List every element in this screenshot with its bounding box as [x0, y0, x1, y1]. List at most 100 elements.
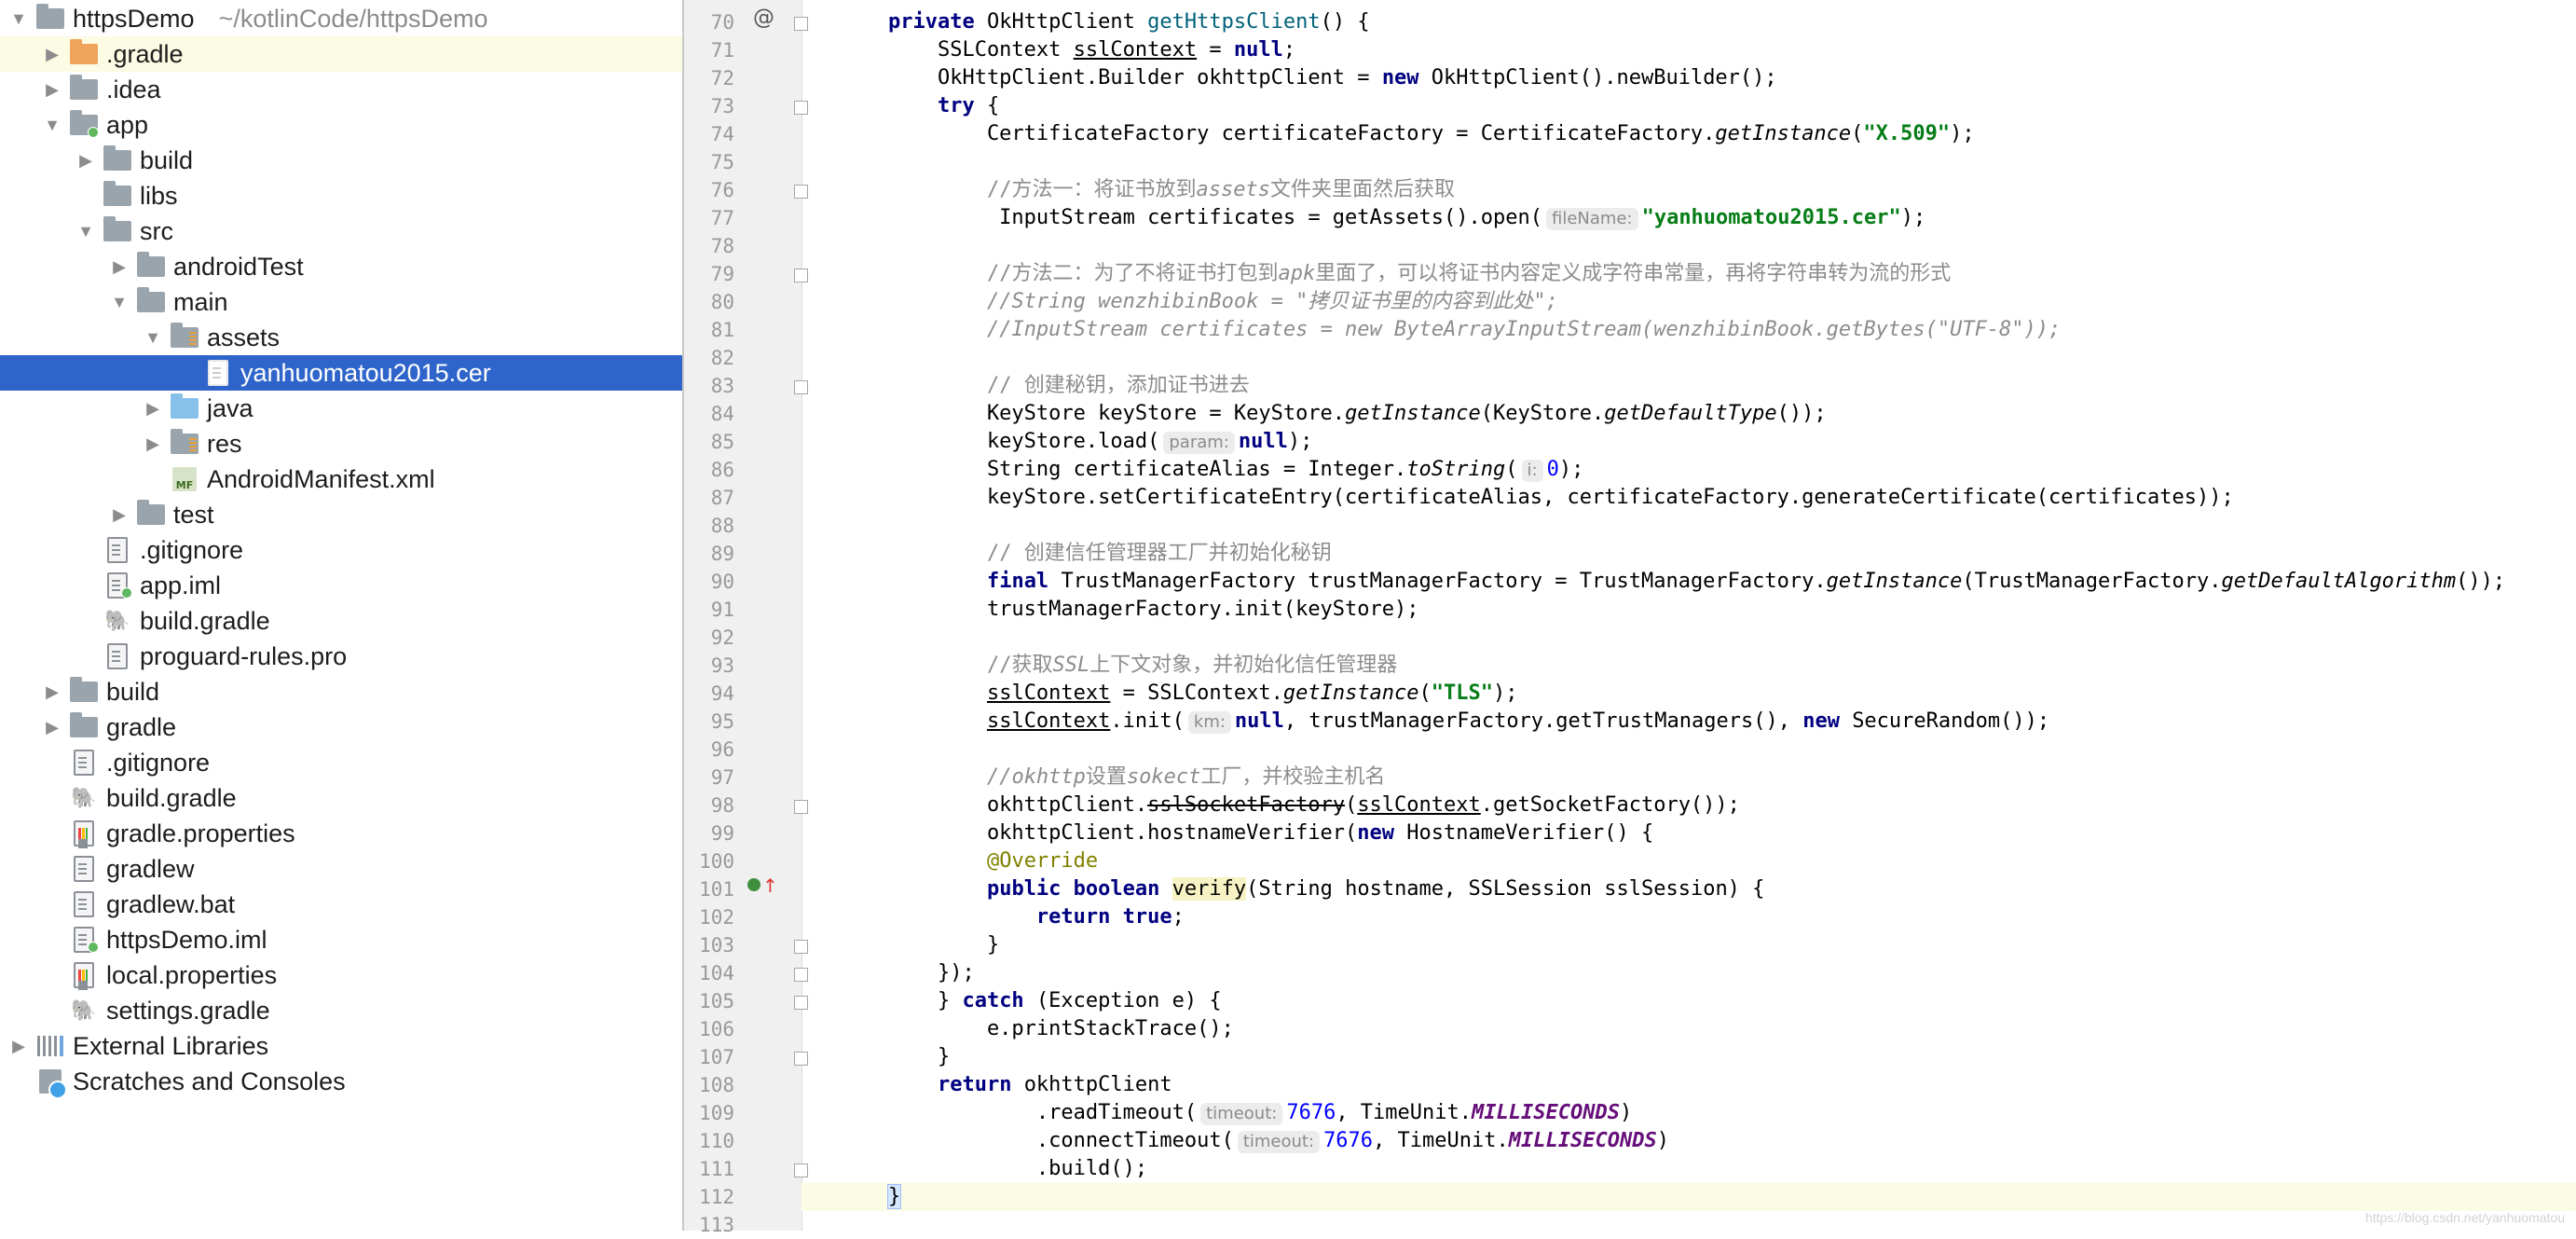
expanded-arrow-icon[interactable]: ▼: [108, 284, 130, 320]
tree-item[interactable]: .gitignore: [0, 745, 682, 780]
expanded-arrow-icon[interactable]: ▼: [75, 213, 97, 249]
collapsed-arrow-icon[interactable]: ▶: [75, 143, 97, 178]
code-line[interactable]: [802, 344, 2576, 372]
collapsed-arrow-icon[interactable]: ▶: [41, 674, 63, 709]
tree-item[interactable]: yanhuomatou2015.cer: [0, 355, 682, 391]
code-line[interactable]: }: [802, 1043, 2576, 1071]
tree-item[interactable]: httpsDemo.iml: [0, 922, 682, 957]
code-line[interactable]: //方法二：为了不将证书打包到apk里面了，可以将证书内容定义成字符串常量，再将…: [802, 260, 2576, 288]
code-token: getDefaultType: [1604, 402, 1777, 425]
collapsed-arrow-icon[interactable]: ▶: [7, 1028, 30, 1064]
tree-item[interactable]: ▼ assets: [0, 320, 682, 355]
tree-item[interactable]: Scratches and Consoles: [0, 1064, 682, 1099]
code-line[interactable]: [802, 512, 2576, 540]
code-line[interactable]: [802, 232, 2576, 260]
tree-item[interactable]: ▶ External Libraries: [0, 1028, 682, 1064]
code-line[interactable]: //获取SSL上下文对象，并初始化信任管理器: [802, 652, 2576, 680]
code-token: String certificateAlias = Integer.: [839, 458, 1407, 481]
code-line[interactable]: [802, 736, 2576, 764]
override-method-icon[interactable]: [747, 878, 760, 891]
code-line[interactable]: String certificateAlias = Integer.toStri…: [802, 456, 2576, 484]
tree-item[interactable]: ▼ app: [0, 107, 682, 143]
code-line[interactable]: [802, 148, 2576, 176]
code-line[interactable]: KeyStore keyStore = KeyStore.getInstance…: [802, 400, 2576, 428]
code-line[interactable]: sslContext.init(km: null, trustManagerFac…: [802, 708, 2576, 736]
code-editor[interactable]: @ ↑ 70 71 72 73 74 75 76 77 78 79 80 81 82 83 84 85 86 87…: [684, 0, 2576, 1236]
code-line[interactable]: return true;: [802, 903, 2576, 931]
code-line[interactable]: private OkHttpClient getHttpsClient() {: [802, 8, 2576, 36]
code-line[interactable]: @Override: [802, 847, 2576, 875]
code-line[interactable]: }: [802, 1183, 2576, 1211]
tree-item[interactable]: ▼ httpsDemo ~/kotlinCode/httpsDemo: [0, 1, 682, 36]
tree-item[interactable]: local.properties: [0, 957, 682, 993]
code-line[interactable]: .build();: [802, 1155, 2576, 1183]
collapsed-arrow-icon[interactable]: ▶: [41, 36, 63, 72]
tree-item[interactable]: MF AndroidManifest.xml: [0, 461, 682, 497]
code-line[interactable]: // 创建信任管理器工厂并初始化秘钥: [802, 540, 2576, 568]
code-line[interactable]: okhttpClient.sslSocketFactory(sslContext…: [802, 792, 2576, 819]
collapsed-arrow-icon[interactable]: ▶: [108, 249, 130, 284]
expanded-arrow-icon[interactable]: ▼: [142, 320, 164, 355]
collapsed-arrow-icon[interactable]: ▶: [41, 709, 63, 745]
code-line[interactable]: [802, 1211, 2576, 1239]
tree-item[interactable]: ▶ androidTest: [0, 249, 682, 284]
code-line[interactable]: // 创建秘钥，添加证书进去: [802, 372, 2576, 400]
collapsed-arrow-icon[interactable]: ▶: [108, 497, 130, 532]
code-line[interactable]: keyStore.load(param: null);: [802, 428, 2576, 456]
code-line[interactable]: .readTimeout(timeout: 7676, TimeUnit.MILL…: [802, 1099, 2576, 1127]
code-line[interactable]: trustManagerFactory.init(keyStore);: [802, 596, 2576, 624]
code-line[interactable]: final TrustManagerFactory trustManagerFa…: [802, 568, 2576, 596]
tree-item[interactable]: ▼ src: [0, 213, 682, 249]
code-line[interactable]: }: [802, 931, 2576, 959]
tree-item[interactable]: ▶ java: [0, 391, 682, 426]
tree-item[interactable]: libs: [0, 178, 682, 213]
tree-item[interactable]: 🐘 build.gradle: [0, 603, 682, 639]
tree-item[interactable]: ▶ build: [0, 674, 682, 709]
tree-item[interactable]: gradle.properties: [0, 816, 682, 851]
collapsed-arrow-icon[interactable]: ▶: [41, 72, 63, 107]
code-line[interactable]: //okhttp设置sokect工厂，并校验主机名: [802, 764, 2576, 792]
tree-item[interactable]: ▶ gradle: [0, 709, 682, 745]
collapsed-arrow-icon[interactable]: ▶: [142, 391, 164, 426]
code-line[interactable]: return okhttpClient: [802, 1071, 2576, 1099]
code-line[interactable]: //InputStream certificates = new ByteArr…: [802, 316, 2576, 344]
code-line[interactable]: .connectTimeout(timeout: 7676, TimeUnit.M…: [802, 1127, 2576, 1155]
code-line[interactable]: });: [802, 959, 2576, 987]
line-number-gutter[interactable]: @ ↑ 70 71 72 73 74 75 76 77 78 79 80 81 82 83 84 85 86 87…: [684, 0, 808, 1236]
code-token: trustManagerFactory.init(keyStore);: [839, 598, 1419, 621]
code-line[interactable]: //方法一：将证书放到assets文件夹里面然后获取: [802, 176, 2576, 204]
tree-item[interactable]: app.iml: [0, 568, 682, 603]
tree-item[interactable]: 🐘 build.gradle: [0, 780, 682, 816]
parameter-hint: timeout:: [1237, 1131, 1321, 1153]
tree-item[interactable]: gradlew: [0, 851, 682, 887]
collapsed-arrow-icon[interactable]: ▶: [142, 426, 164, 461]
code-line[interactable]: keyStore.setCertificateEntry(certificate…: [802, 484, 2576, 512]
code-line[interactable]: okhttpClient.hostnameVerifier(new Hostna…: [802, 819, 2576, 847]
tree-item[interactable]: ▶ .gradle: [0, 36, 682, 72]
tree-item[interactable]: .gitignore: [0, 532, 682, 568]
code-line[interactable]: } catch (Exception e) {: [802, 987, 2576, 1015]
code-line[interactable]: [802, 624, 2576, 652]
tree-item[interactable]: ▶ .idea: [0, 72, 682, 107]
code-line[interactable]: CertificateFactory certificateFactory = …: [802, 120, 2576, 148]
implementation-at-icon[interactable]: @: [753, 6, 774, 30]
expanded-arrow-icon[interactable]: ▼: [7, 1, 30, 36]
code-line[interactable]: //String wenzhibinBook = "拷贝证书里的内容到此处";: [802, 288, 2576, 316]
tree-item[interactable]: ▶ test: [0, 497, 682, 532]
tree-item[interactable]: ▶ res: [0, 426, 682, 461]
code-line[interactable]: public boolean verify(String hostname, S…: [802, 875, 2576, 903]
tree-item[interactable]: ▼ main: [0, 284, 682, 320]
code-line[interactable]: SSLContext sslContext = null;: [802, 36, 2576, 64]
code-area[interactable]: private OkHttpClient getHttpsClient() { …: [802, 0, 2576, 1231]
code-line[interactable]: InputStream certificates = getAssets().o…: [802, 204, 2576, 232]
tree-item[interactable]: proguard-rules.pro: [0, 639, 682, 674]
code-line[interactable]: e.printStackTrace();: [802, 1015, 2576, 1043]
tree-item[interactable]: gradlew.bat: [0, 887, 682, 922]
tree-item[interactable]: ▶ build: [0, 143, 682, 178]
tree-item[interactable]: 🐘 settings.gradle: [0, 993, 682, 1028]
arrow-up-icon[interactable]: ↑: [762, 874, 778, 897]
expanded-arrow-icon[interactable]: ▼: [41, 107, 63, 143]
code-line[interactable]: try {: [802, 92, 2576, 120]
code-line[interactable]: OkHttpClient.Builder okhttpClient = new …: [802, 64, 2576, 92]
code-line[interactable]: sslContext = SSLContext.getInstance("TLS…: [802, 680, 2576, 708]
